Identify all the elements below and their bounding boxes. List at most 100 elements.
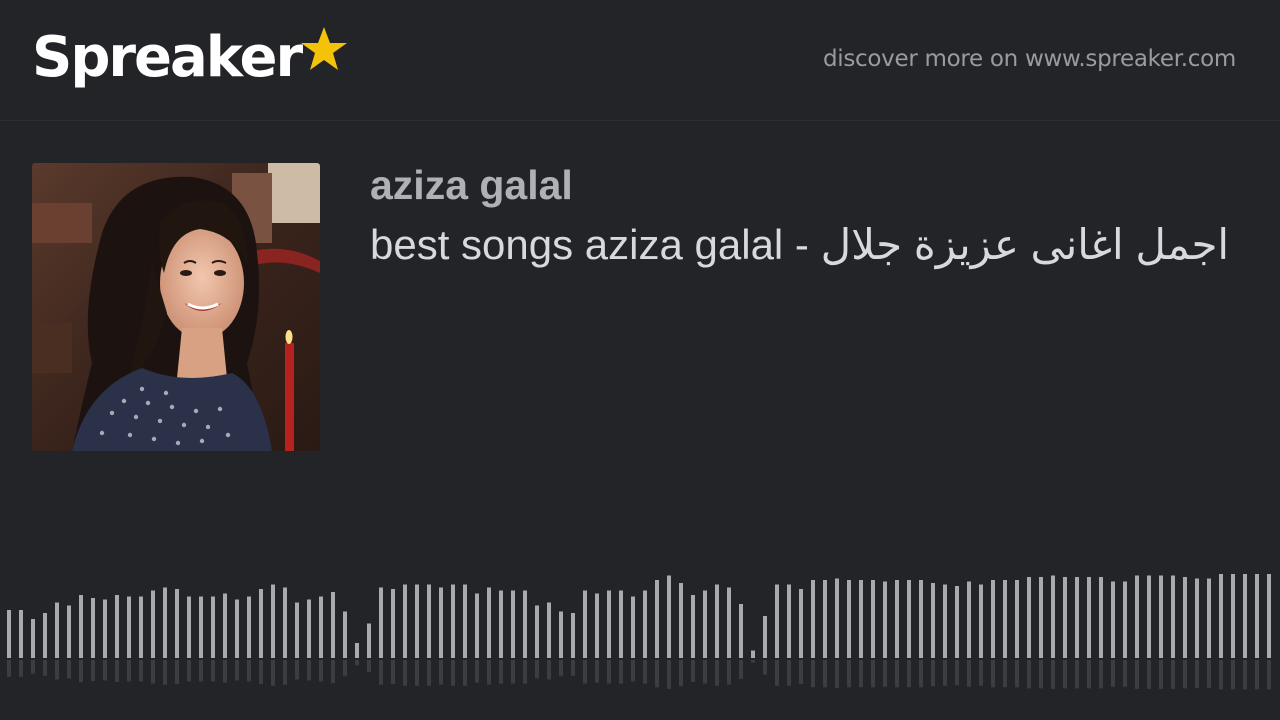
waveform-reflection-bar <box>247 660 251 682</box>
waveform-bar <box>391 589 395 658</box>
waveform-bar <box>499 590 503 658</box>
waveform-bar <box>799 589 803 658</box>
waveform-bar <box>523 590 527 658</box>
waveform-bar <box>1123 581 1127 658</box>
waveform-bar <box>403 584 407 658</box>
waveform-reflection-bar <box>463 660 467 686</box>
waveform-bar <box>451 584 455 658</box>
waveform-reflection-bar <box>1135 660 1139 689</box>
waveform-bar <box>619 590 623 658</box>
waveform-bar <box>763 616 767 658</box>
spreaker-logo[interactable]: Spreaker <box>32 22 349 98</box>
discover-link[interactable]: discover more on www.spreaker.com <box>823 46 1236 72</box>
waveform-bar <box>895 580 899 658</box>
waveform-reflection-bar <box>235 660 239 681</box>
waveform-bar <box>415 584 419 658</box>
waveform-bar <box>1231 574 1235 658</box>
waveform-bar <box>19 610 23 658</box>
waveform-bar <box>595 593 599 658</box>
waveform-bar <box>199 596 203 658</box>
waveform-reflection-bar <box>175 660 179 685</box>
waveform-bar <box>943 584 947 658</box>
waveform-reflection-bar <box>1039 660 1043 689</box>
waveform-bar <box>487 587 491 658</box>
waveform-reflection-bar <box>223 660 227 683</box>
waveform-reflection-bar <box>403 660 407 686</box>
waveform-reflection-bar <box>835 660 839 688</box>
waveform-reflection-bar <box>907 660 911 688</box>
waveform-reflection-bar <box>439 660 443 685</box>
waveform-bar <box>175 589 179 658</box>
waveform-bar <box>1135 575 1139 658</box>
star-icon <box>301 27 348 70</box>
waveform-reflection-bar <box>871 660 875 688</box>
waveform-reflection-bar <box>259 660 263 685</box>
waveform-bar <box>847 580 851 658</box>
waveform-bar <box>859 580 863 658</box>
waveform-reflection-bar <box>859 660 863 688</box>
waveform-bar <box>907 580 911 658</box>
waveform-bar <box>751 650 755 658</box>
waveform-bar <box>991 580 995 658</box>
waveform-reflection-bar <box>1159 660 1163 689</box>
waveform-reflection-bar <box>31 660 35 674</box>
waveform-reflection-bar <box>91 660 95 681</box>
waveform-reflection-bar <box>823 660 827 688</box>
waveform-bar <box>691 595 695 658</box>
waveform-reflection-bar <box>787 660 791 686</box>
waveform-bar <box>1039 577 1043 658</box>
waveform-reflection-bar <box>1051 660 1055 689</box>
waveform-reflection-bar <box>7 660 11 677</box>
waveform-bar <box>1027 577 1031 658</box>
waveform-reflection-bar <box>427 660 431 686</box>
waveform-bar <box>331 592 335 658</box>
waveform-reflection-bar <box>703 660 707 684</box>
waveform-reflection-bar <box>619 660 623 684</box>
waveform-reflection-bar <box>43 660 47 676</box>
waveform-reflection-bar <box>379 660 383 685</box>
waveform-reflection-bar <box>679 660 683 687</box>
waveform-bar <box>1159 575 1163 658</box>
waveform-reflection-bar <box>391 660 395 685</box>
waveform-bar <box>703 590 707 658</box>
waveform-bar <box>811 580 815 658</box>
waveform-bar <box>379 587 383 658</box>
waveform-reflection-bar <box>1267 660 1271 690</box>
waveform-reflection-bar <box>667 660 671 689</box>
waveform-bar <box>283 587 287 658</box>
waveform-reflection-bar <box>523 660 527 684</box>
waveform-reflection-bar <box>571 660 575 676</box>
waveform-reflection-bar <box>355 660 359 666</box>
waveform-reflection-bar <box>139 660 143 682</box>
show-title[interactable]: aziza galal <box>370 160 573 210</box>
waveform-bar <box>475 593 479 658</box>
waveform-reflection-bar <box>187 660 191 682</box>
waveform-reflection-bar <box>547 660 551 680</box>
audio-waveform[interactable] <box>0 500 1280 720</box>
waveform-reflection-bar <box>595 660 599 683</box>
waveform-bar <box>79 595 83 658</box>
waveform-bar <box>655 580 659 658</box>
cover-art-illustration <box>32 163 320 451</box>
waveform-bar <box>979 584 983 658</box>
waveform-bar <box>547 602 551 658</box>
waveform-bar <box>643 590 647 658</box>
waveform-reflection-bar <box>1207 660 1211 688</box>
waveform-bar <box>1051 575 1055 658</box>
waveform-bar <box>1219 574 1223 658</box>
waveform-bar <box>211 596 215 658</box>
waveform-reflection-bar <box>895 660 899 688</box>
waveform-reflection-bar <box>55 660 59 680</box>
waveform-reflection-bar <box>271 660 275 686</box>
waveform-reflection-bar <box>283 660 287 685</box>
waveform-bar <box>583 590 587 658</box>
waveform-bar <box>1195 578 1199 658</box>
waveform-bar <box>43 613 47 658</box>
waveform-reflection-bar <box>991 660 995 688</box>
waveform-reflection-bar <box>1123 660 1127 687</box>
waveform-bar <box>1171 575 1175 658</box>
waveform-bar <box>235 599 239 658</box>
waveform-bar <box>307 599 311 658</box>
waveform-reflection-bar <box>499 660 503 684</box>
waveform-reflection-bar <box>1087 660 1091 689</box>
